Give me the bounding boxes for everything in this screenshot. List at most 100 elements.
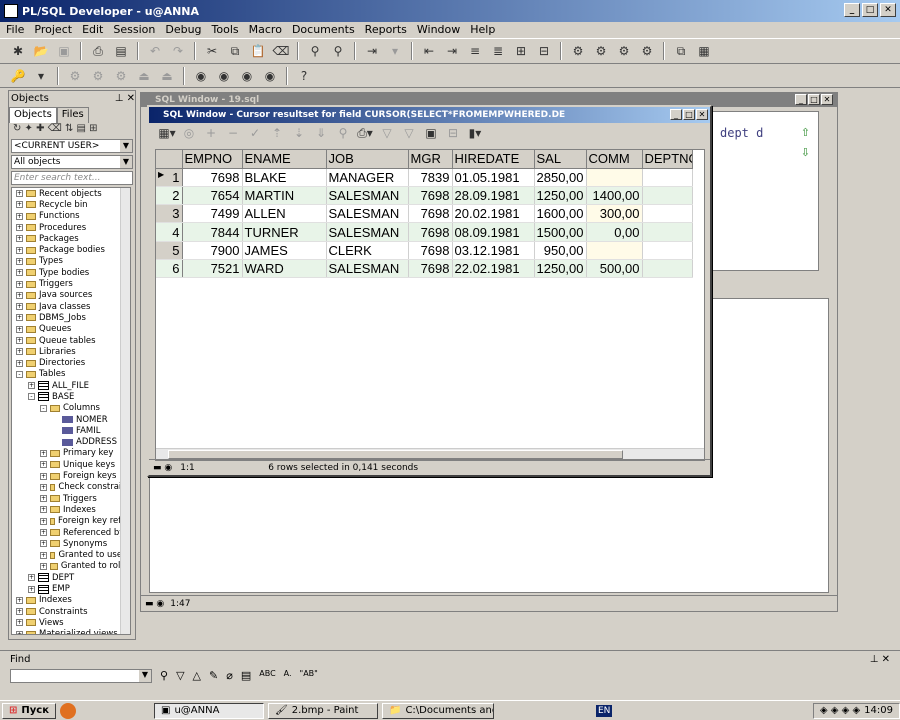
row-header[interactable]: 6 (156, 259, 183, 279)
find-next-icon[interactable]: ⚲ (328, 41, 348, 61)
grid-cell[interactable]: 7499 (182, 204, 243, 224)
tree-item[interactable]: + Granted to users (12, 550, 130, 561)
tree-item[interactable]: + Procedures (12, 222, 130, 233)
menu-debug[interactable]: Debug (165, 23, 201, 36)
grid-cell[interactable]: SALESMAN (326, 259, 409, 279)
expand-toggle-icon[interactable]: + (16, 291, 23, 299)
menu-edit[interactable]: Edit (82, 23, 103, 36)
find-case-icon[interactable]: ▤ (241, 669, 251, 682)
add-row-icon[interactable]: + (201, 123, 221, 143)
expand-toggle-icon[interactable]: + (16, 246, 23, 254)
copy-icon[interactable]: ⧉ (225, 41, 245, 61)
menu-file[interactable]: File (6, 23, 24, 36)
column-header[interactable]: COMM (586, 150, 643, 169)
find-regex-icon[interactable]: "AB" (300, 669, 318, 682)
new-icon[interactable]: ✱ (8, 41, 28, 61)
expand-toggle-icon[interactable]: + (16, 630, 23, 634)
fetch-icon[interactable]: ⚙ (111, 66, 131, 86)
tree-item[interactable]: + Indexes (12, 595, 130, 606)
find-erase-icon[interactable]: ⌀ (226, 669, 233, 682)
tree-item[interactable]: + Synonyms (12, 538, 130, 549)
expand-toggle-icon[interactable]: + (16, 190, 23, 198)
column-header[interactable]: ENAME (242, 150, 327, 169)
grid-cell[interactable]: 7698 (408, 204, 453, 224)
grid-cell[interactable] (642, 259, 693, 279)
goto-icon[interactable]: ⇥ (362, 41, 382, 61)
find-down-icon[interactable]: ▽ (176, 669, 184, 682)
grid-cell[interactable] (642, 241, 693, 260)
tree-item[interactable]: ADDRESS (12, 437, 130, 448)
expand-toggle-icon[interactable]: + (16, 224, 23, 232)
table-row[interactable]: ▶ 1 7698 BLAKE MANAGER 7839 01.05.1981 2850,00 (156, 168, 693, 187)
grid-cell[interactable]: ALLEN (242, 204, 327, 224)
row-header[interactable]: 4 (156, 222, 183, 242)
expand-toggle-icon[interactable]: + (40, 472, 47, 480)
grid-cell[interactable]: 7521 (182, 259, 243, 279)
result-window-title[interactable]: SQL Window - Cursor resultset for field … (149, 107, 710, 123)
grid-cell[interactable]: SALESMAN (326, 204, 409, 224)
grid-cell[interactable]: 300,00 (586, 204, 643, 224)
tab-files[interactable]: Files (56, 107, 89, 123)
task-paint[interactable]: 🖌 2.bmp - Paint (268, 702, 378, 719)
grid-cell[interactable]: 1250,00 (534, 186, 587, 206)
tree-item[interactable]: + Directories (12, 357, 130, 368)
window-list-icon[interactable]: ⧉ (671, 41, 691, 61)
expand-toggle-icon[interactable]: + (40, 540, 47, 548)
expand-toggle-icon[interactable]: + (40, 551, 47, 559)
tree-item[interactable]: + Views (12, 617, 130, 628)
firefox-icon[interactable] (60, 702, 76, 719)
tab-objects[interactable]: Objects (9, 107, 57, 123)
grid-cell[interactable]: 7698 (408, 186, 453, 206)
find-binoculars-icon[interactable]: ⚲ (160, 669, 168, 682)
row-header[interactable]: 3 (156, 204, 183, 224)
grid-cell[interactable]: 28.09.1981 (452, 186, 535, 206)
tree-item[interactable]: - Tables (12, 369, 130, 380)
grid-cell[interactable]: 950,00 (534, 241, 587, 260)
print-setup-icon[interactable]: ▤ (111, 41, 131, 61)
print-grid-icon[interactable]: ⎙▾ (355, 123, 375, 143)
nav-down-icon[interactable]: ⇩ (801, 146, 810, 159)
chart-icon[interactable]: ▮▾ (465, 123, 485, 143)
row-header[interactable]: ▶ 1 (156, 168, 183, 187)
menu-window[interactable]: Window (417, 23, 460, 36)
result-grid[interactable]: EMPNOENAMEJOBMGRHIREDATESALCOMMDEPTNO ▶1… (155, 149, 705, 461)
find-pin-icon[interactable]: ⊥ ✕ (870, 654, 890, 665)
tree-item[interactable]: + DBMS_Jobs (12, 312, 130, 323)
grid-cell[interactable] (586, 241, 643, 260)
tree-item[interactable]: + ALL_FILE (12, 380, 130, 391)
report-icon[interactable]: ◉ (260, 66, 280, 86)
find-word-icon[interactable]: A. (284, 669, 292, 682)
nav-up-icon[interactable]: ⇧ (801, 126, 810, 139)
grid-cell[interactable]: 7654 (182, 186, 243, 206)
column-header[interactable]: DEPTNO (642, 150, 693, 169)
row-header[interactable]: 5 (156, 241, 183, 260)
tree-item[interactable]: + Foreign keys (12, 470, 130, 481)
panel-pin-icon[interactable]: ⊥ ✕ (115, 93, 135, 104)
menu-help[interactable]: Help (470, 23, 495, 36)
close-button[interactable]: ✕ (880, 3, 896, 17)
user-combo[interactable]: <CURRENT USER> ▼ (11, 139, 133, 153)
grid-cell[interactable]: 0,00 (586, 222, 643, 242)
expand-toggle-icon[interactable]: + (16, 325, 23, 333)
language-indicator[interactable]: EN (596, 704, 613, 717)
tray-icons[interactable]: ◈ ◈ ◈ ◈ (820, 705, 860, 716)
tree-item[interactable]: + Package bodies (12, 244, 130, 255)
indent-icon[interactable]: ⇤ (419, 41, 439, 61)
expand-toggle-icon[interactable]: + (16, 337, 23, 344)
grid-cell[interactable]: 1500,00 (534, 222, 587, 242)
expand-toggle-icon[interactable]: + (40, 483, 47, 491)
tree-item[interactable]: + Materialized views (12, 629, 130, 634)
tree-item[interactable]: + Unique keys (12, 459, 130, 470)
grid-cell[interactable]: MANAGER (326, 168, 409, 187)
search-input[interactable]: Enter search text... (11, 171, 133, 185)
lock-icon[interactable]: ◎ (179, 123, 199, 143)
tree-item[interactable]: + Types (12, 256, 130, 267)
tile-icon[interactable]: ▦ (694, 41, 714, 61)
next-icon[interactable]: ⇣ (289, 123, 309, 143)
save-icon[interactable]: ▣ (54, 41, 74, 61)
grid-cell[interactable]: 01.05.1981 (452, 168, 535, 187)
tree-item[interactable]: + Functions (12, 211, 130, 222)
query-builder-icon[interactable]: ◉ (214, 66, 234, 86)
expand-toggle-icon[interactable]: + (40, 449, 47, 457)
undo-icon[interactable]: ↶ (145, 41, 165, 61)
